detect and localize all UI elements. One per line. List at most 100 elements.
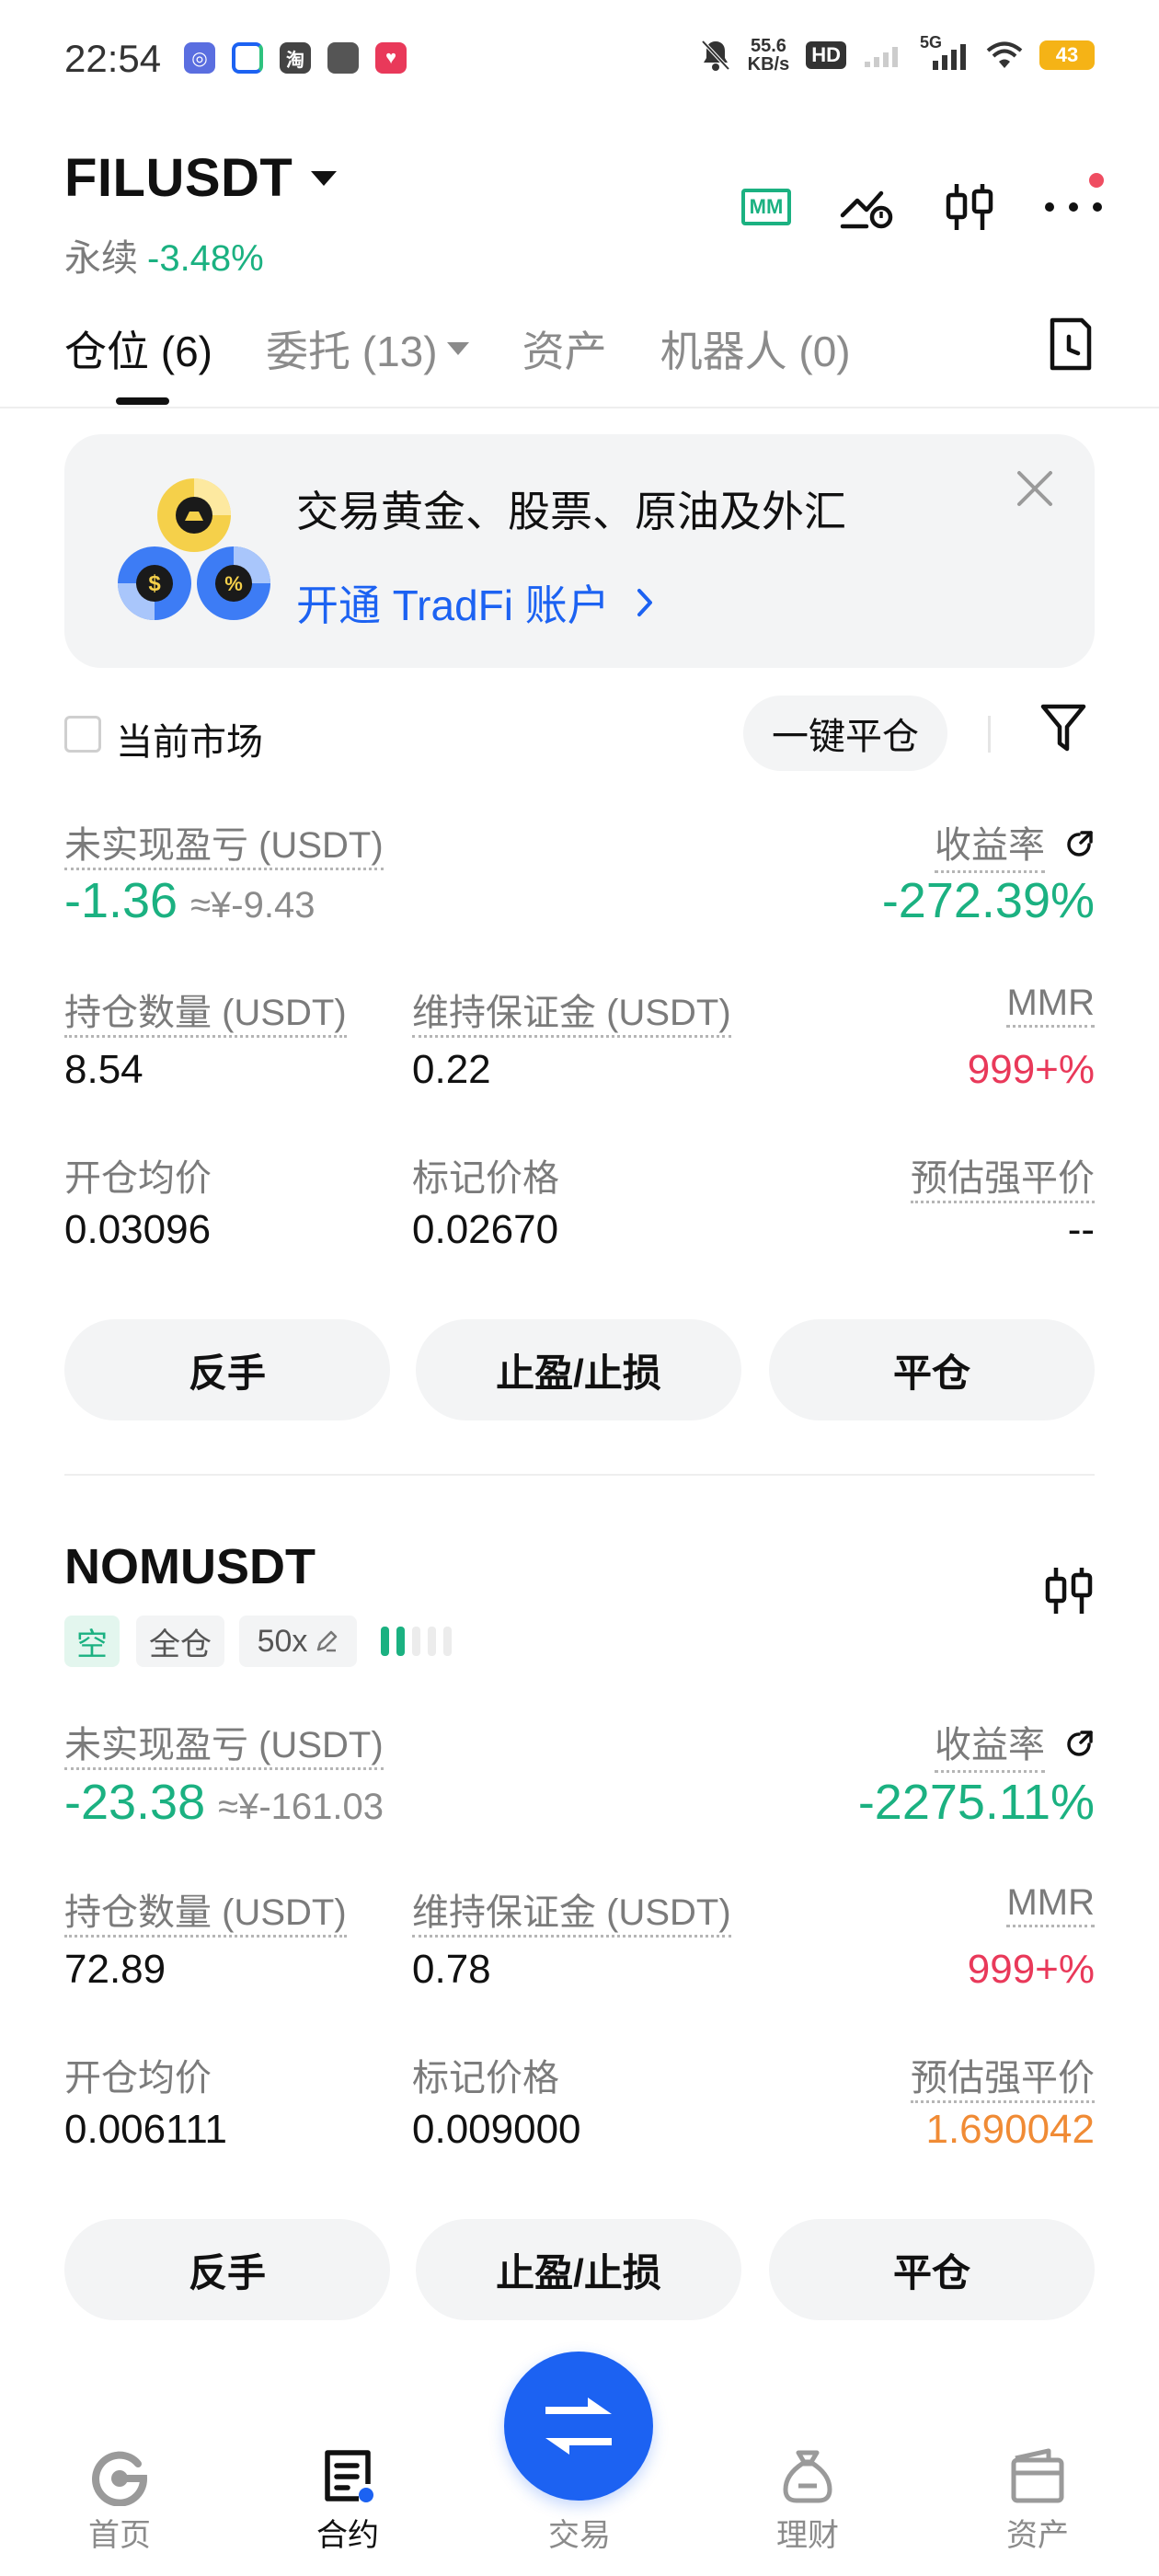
nav-contract-label[interactable]: 合约 [293, 2510, 403, 2555]
more-icon[interactable] [1043, 201, 1104, 213]
adl-indicator [381, 1627, 452, 1656]
mmr-value: 999+% [967, 1947, 1095, 1992]
maintenance-margin: 0.22 [412, 1047, 491, 1092]
price-alert-icon[interactable] [839, 184, 896, 230]
home-icon [92, 2451, 148, 2507]
app-notification-icon: ◎ [184, 42, 215, 74]
position-size-label: 持仓数量 (USDT) [64, 1882, 347, 1938]
nav-contract[interactable] [293, 2447, 403, 2511]
mmr-label: MMR [1006, 1882, 1095, 1927]
roe-label[interactable]: 收益率 [935, 815, 1095, 873]
close-icon[interactable] [1016, 469, 1054, 508]
tpsl-button[interactable]: 止盈/止损 [416, 1319, 741, 1420]
margin-mode-badge: 全仓 [136, 1616, 224, 1667]
battery-icon: 43 [1039, 40, 1095, 70]
edit-icon [317, 1630, 338, 1652]
unrealized-pnl: -23.38 ≈¥-161.03 [64, 1775, 384, 1830]
candlestick-chart-icon[interactable] [944, 180, 995, 234]
chevron-right-icon [637, 589, 652, 616]
entry-price-label: 开仓均价 [64, 1158, 212, 1199]
tradfi-coins-illustration: $ % [118, 478, 270, 620]
roe-label[interactable]: 收益率 [935, 1715, 1095, 1773]
leverage-badge[interactable]: 50x [239, 1616, 357, 1667]
entry-price: 0.006111 [64, 2107, 227, 2152]
gift-icon: ♥ [375, 42, 407, 74]
mmr-label: MMR [1006, 983, 1095, 1028]
divider [988, 716, 991, 753]
share-icon[interactable] [1063, 829, 1095, 860]
liquidation-price: 1.690042 [925, 2107, 1095, 2152]
position-size-label: 持仓数量 (USDT) [64, 983, 347, 1038]
mm-icon[interactable]: MM [741, 189, 791, 225]
header-actions: MM [741, 180, 1104, 234]
nav-assets-label[interactable]: 资产 [982, 2510, 1093, 2555]
status-time: 22:54 [64, 37, 162, 80]
notification-dot [1089, 173, 1104, 188]
hd-icon: HD [806, 41, 846, 69]
app-notification-icon [327, 42, 359, 74]
banner-link[interactable]: 开通 TradFi 账户 [296, 572, 654, 633]
tpsl-button[interactable]: 止盈/止损 [416, 2219, 741, 2320]
nav-home-label[interactable]: 首页 [64, 2510, 175, 2555]
filter-icon[interactable] [1039, 701, 1087, 754]
reverse-button[interactable]: 反手 [64, 2219, 390, 2320]
divider [64, 1474, 1095, 1476]
adl-bar-empty [428, 1627, 436, 1656]
unrealized-pnl-label: 未实现盈亏 (USDT) [64, 1715, 384, 1770]
chevron-down-icon [446, 342, 469, 355]
nav-assets[interactable] [982, 2447, 1093, 2511]
tab-bots[interactable]: 机器人 (0) [660, 318, 851, 379]
contract-type: 永续 [64, 238, 138, 279]
wallet-icon [1011, 2448, 1064, 2503]
banner-title: 交易黄金、股票、原油及外汇 [296, 488, 846, 535]
maintenance-margin-label: 维持保证金 (USDT) [412, 1882, 731, 1938]
unrealized-pnl: -1.36 ≈¥-9.43 [64, 873, 316, 928]
nav-home[interactable] [64, 2447, 175, 2511]
signal-weak-icon [865, 47, 898, 67]
pair-subtitle: 永续 -3.48% [64, 228, 264, 282]
mark-price: 0.02670 [412, 1207, 559, 1252]
nav-earn-label[interactable]: 理财 [752, 2510, 863, 2555]
mark-price-label: 标记价格 [412, 2058, 559, 2099]
app-notification-icon [232, 42, 263, 74]
entry-price: 0.03096 [64, 1207, 212, 1252]
adl-bar-filled [396, 1627, 405, 1656]
candlestick-chart-icon[interactable] [1043, 1564, 1095, 1617]
pair-title[interactable]: FILUSDT [64, 147, 293, 209]
roe-value: -272.39% [881, 873, 1095, 928]
tab-assets[interactable]: 资产 [522, 318, 607, 379]
current-market-label[interactable]: 当前市场 [116, 712, 263, 765]
roe-value: -2275.11% [857, 1775, 1095, 1830]
nav-earn[interactable] [752, 2447, 863, 2511]
side-badge: 空 [64, 1616, 120, 1667]
unrealized-pnl-label: 未实现盈亏 (USDT) [64, 815, 384, 870]
mark-price-label: 标记价格 [412, 1158, 559, 1199]
position-tabs: 仓位 (6) 委托 (13) 资产 机器人 (0) [64, 318, 851, 379]
reverse-button[interactable]: 反手 [64, 1319, 390, 1420]
tab-indicator [116, 397, 169, 405]
status-notification-icons: ◎ 淘 ♥ [184, 42, 407, 74]
share-icon[interactable] [1063, 1729, 1095, 1760]
close-all-button[interactable]: 一键平仓 [743, 696, 947, 771]
liquidation-price-label: 预估强平价 [911, 2048, 1095, 2103]
chevron-down-icon[interactable] [311, 171, 337, 186]
divider [0, 407, 1159, 408]
history-icon[interactable] [1047, 316, 1095, 372]
close-position-button[interactable]: 平仓 [769, 2219, 1095, 2320]
entry-price-label: 开仓均价 [64, 2058, 212, 2099]
position-symbol[interactable]: NOMUSDT [64, 1538, 316, 1595]
nav-trade-label[interactable]: 交易 [524, 2510, 635, 2555]
svg-text:$: $ [148, 571, 161, 596]
tab-orders[interactable]: 委托 (13) [266, 318, 469, 379]
network-speed: 55.6 KB/s [747, 36, 790, 75]
adl-bar-empty [443, 1627, 452, 1656]
trade-fab[interactable] [504, 2352, 653, 2501]
maintenance-margin: 0.78 [412, 1947, 491, 1992]
current-market-checkbox[interactable] [64, 716, 101, 753]
mmr-value: 999+% [967, 1047, 1095, 1092]
contract-icon [325, 2450, 373, 2502]
tab-positions[interactable]: 仓位 (6) [64, 318, 212, 379]
adl-bar-filled [381, 1627, 389, 1656]
close-position-button[interactable]: 平仓 [769, 1319, 1095, 1420]
svg-text:%: % [224, 572, 243, 595]
